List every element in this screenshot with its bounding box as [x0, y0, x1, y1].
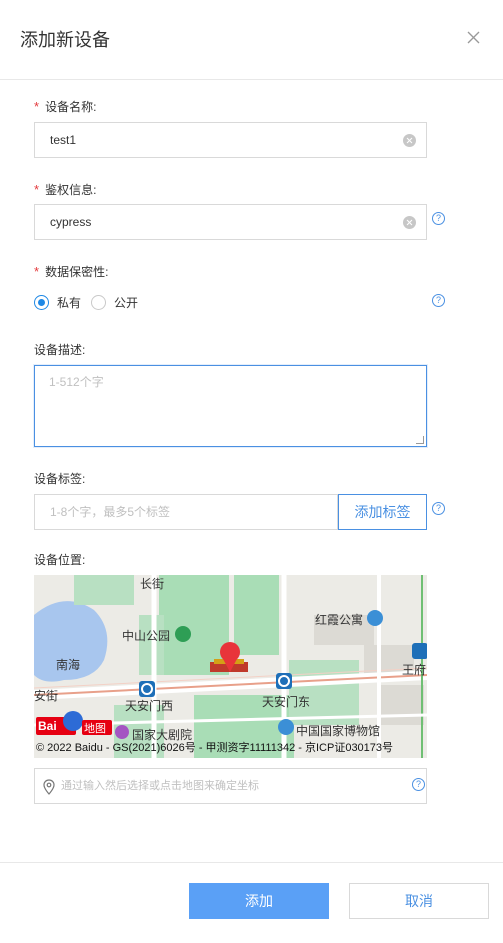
cancel-button[interactable]: 取消	[349, 883, 489, 919]
map-label: 中国国家博物馆	[296, 724, 381, 738]
map-label: 中山公园	[122, 629, 171, 643]
device-name-label: * 设备名称:	[34, 99, 97, 114]
auth-info-input[interactable]	[35, 205, 375, 239]
required-mark: *	[34, 99, 40, 114]
submit-button[interactable]: 添加	[189, 883, 329, 919]
description-label: 设备描述:	[34, 343, 86, 357]
tags-field[interactable]	[34, 494, 338, 530]
help-icon[interactable]: ?	[432, 212, 445, 225]
map-label: 天安门东	[262, 695, 311, 709]
baidu-logo-map: 地图	[84, 723, 106, 735]
location-pin-icon	[43, 779, 55, 795]
description-field[interactable]	[34, 365, 427, 447]
map-copyright: © 2022 Baidu - GS(2021)6026号 - 甲测资字11111…	[36, 742, 394, 754]
description-textarea[interactable]	[35, 366, 426, 446]
dialog-header: 添加新设备	[0, 0, 503, 80]
location-field[interactable]	[34, 768, 427, 804]
help-icon[interactable]: ?	[432, 502, 445, 515]
auth-info-label: * 鉴权信息:	[34, 182, 97, 197]
device-name-field[interactable]	[34, 122, 427, 158]
map-label: 红霞公寓	[315, 613, 364, 627]
clear-icon[interactable]	[403, 216, 416, 229]
tags-label: 设备标签:	[34, 472, 86, 486]
location-input[interactable]	[35, 769, 395, 803]
required-mark: *	[34, 264, 40, 279]
clear-icon[interactable]	[403, 134, 416, 147]
location-label: 设备位置:	[34, 553, 86, 567]
map-label: 南海	[56, 658, 81, 672]
baidu-logo: Bai	[38, 719, 57, 733]
required-mark: *	[34, 182, 40, 197]
map-label: 长街	[140, 577, 165, 591]
auth-info-field[interactable]	[34, 204, 427, 240]
map-label: 安街	[34, 689, 59, 703]
tags-input[interactable]	[35, 495, 337, 529]
map[interactable]: 长街 中山公园 红霞公寓 南海 安街 天安门西 天安门东 王府 中国国家博物馆 …	[34, 575, 427, 758]
resize-handle[interactable]	[416, 436, 424, 444]
radio-private-label[interactable]: 私有	[57, 294, 81, 311]
dialog-title: 添加新设备	[20, 30, 110, 50]
privacy-label: * 数据保密性:	[34, 264, 109, 279]
help-icon[interactable]: ?	[412, 778, 425, 791]
privacy-radio-group: 私有 公开	[34, 294, 148, 311]
help-icon[interactable]: ?	[432, 294, 445, 307]
device-name-input[interactable]	[35, 123, 375, 157]
map-label: 天安门西	[125, 699, 174, 713]
radio-public-label[interactable]: 公开	[114, 294, 138, 311]
radio-private[interactable]	[34, 295, 49, 310]
close-icon[interactable]	[463, 27, 483, 47]
add-tag-button[interactable]: 添加标签	[338, 494, 427, 530]
radio-public[interactable]	[91, 295, 107, 310]
map-label: 王府	[402, 663, 427, 677]
